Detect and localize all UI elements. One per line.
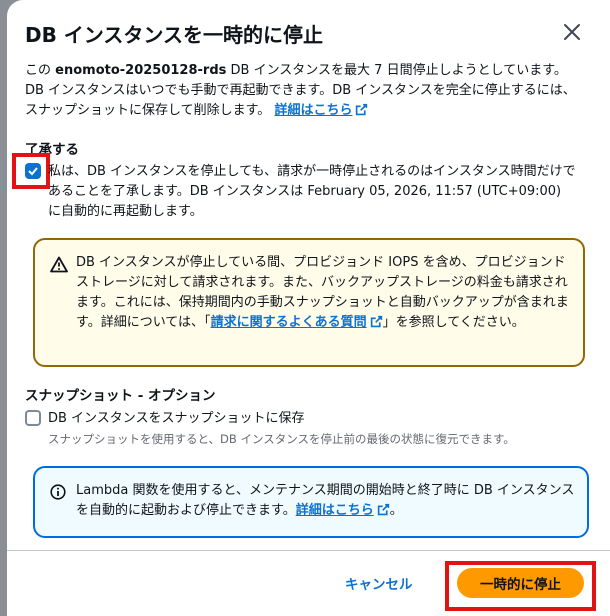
warning-suffix: 」を参照してください。 — [382, 315, 525, 330]
close-icon — [564, 24, 580, 40]
modal-title: DB インスタンスを一時的に停止 — [25, 23, 324, 47]
info-text: Lambda 関数を使用すると、メンテナンス期間の開始時と終了時に DB インス… — [76, 481, 576, 521]
acknowledge-text: 私は、DB インスタンスを停止しても、請求が一時停止されるのはインスタンス時間だ… — [48, 164, 576, 219]
lambda-learn-more-link[interactable]: 詳細はこちら — [296, 503, 374, 518]
acknowledge-checkbox[interactable] — [25, 163, 41, 179]
intro-prefix: この — [25, 63, 56, 78]
close-button[interactable] — [560, 20, 584, 44]
info-suffix: 。 — [389, 503, 403, 518]
external-link-icon — [356, 103, 368, 116]
modal-footer: キャンセル 一時的に停止 — [7, 550, 610, 616]
stop-instance-modal: DB インスタンスを一時的に停止 この enomoto-20250128-rds… — [7, 0, 610, 616]
lambda-info-alert: Lambda 関数を使用すると、メンテナンス期間の開始時と終了時に DB インス… — [33, 466, 589, 538]
billing-warning-alert: DB インスタンスが停止している間、プロビジョンド IOPS を含め、プロビジョ… — [33, 238, 585, 367]
info-icon — [50, 484, 66, 500]
learn-more-link[interactable]: 詳細はこちら — [274, 103, 352, 118]
save-snapshot-label: DB インスタンスをスナップショットに保存 — [48, 411, 305, 426]
snapshot-section-title: スナップショット - オプション — [25, 388, 216, 404]
warning-text: DB インスタンスが停止している間、プロビジョンド IOPS を含め、プロビジョ… — [76, 253, 574, 333]
billing-faq-link[interactable]: 請求に関するよくある質問 — [211, 315, 367, 330]
instance-id: enomoto-20250128-rds — [55, 63, 227, 78]
modal-content: この enomoto-20250128-rds DB インスタンスを最大 7 日… — [12, 61, 593, 538]
checkmark-icon — [28, 167, 38, 176]
warning-icon — [50, 256, 68, 273]
modal-header: DB インスタンスを一時的に停止 — [7, 0, 610, 56]
save-snapshot-checkbox[interactable] — [25, 410, 41, 426]
external-link-icon — [377, 503, 389, 516]
cancel-button[interactable]: キャンセル — [345, 571, 413, 595]
save-snapshot-description: スナップショットを使用すると、DB インスタンスを停止前の最後の状態に復元できま… — [48, 432, 515, 446]
stop-temporarily-button[interactable]: 一時的に停止 — [457, 568, 584, 598]
external-link-icon — [370, 315, 382, 328]
intro-paragraph: この enomoto-20250128-rds DB インスタンスを最大 7 日… — [25, 61, 585, 121]
